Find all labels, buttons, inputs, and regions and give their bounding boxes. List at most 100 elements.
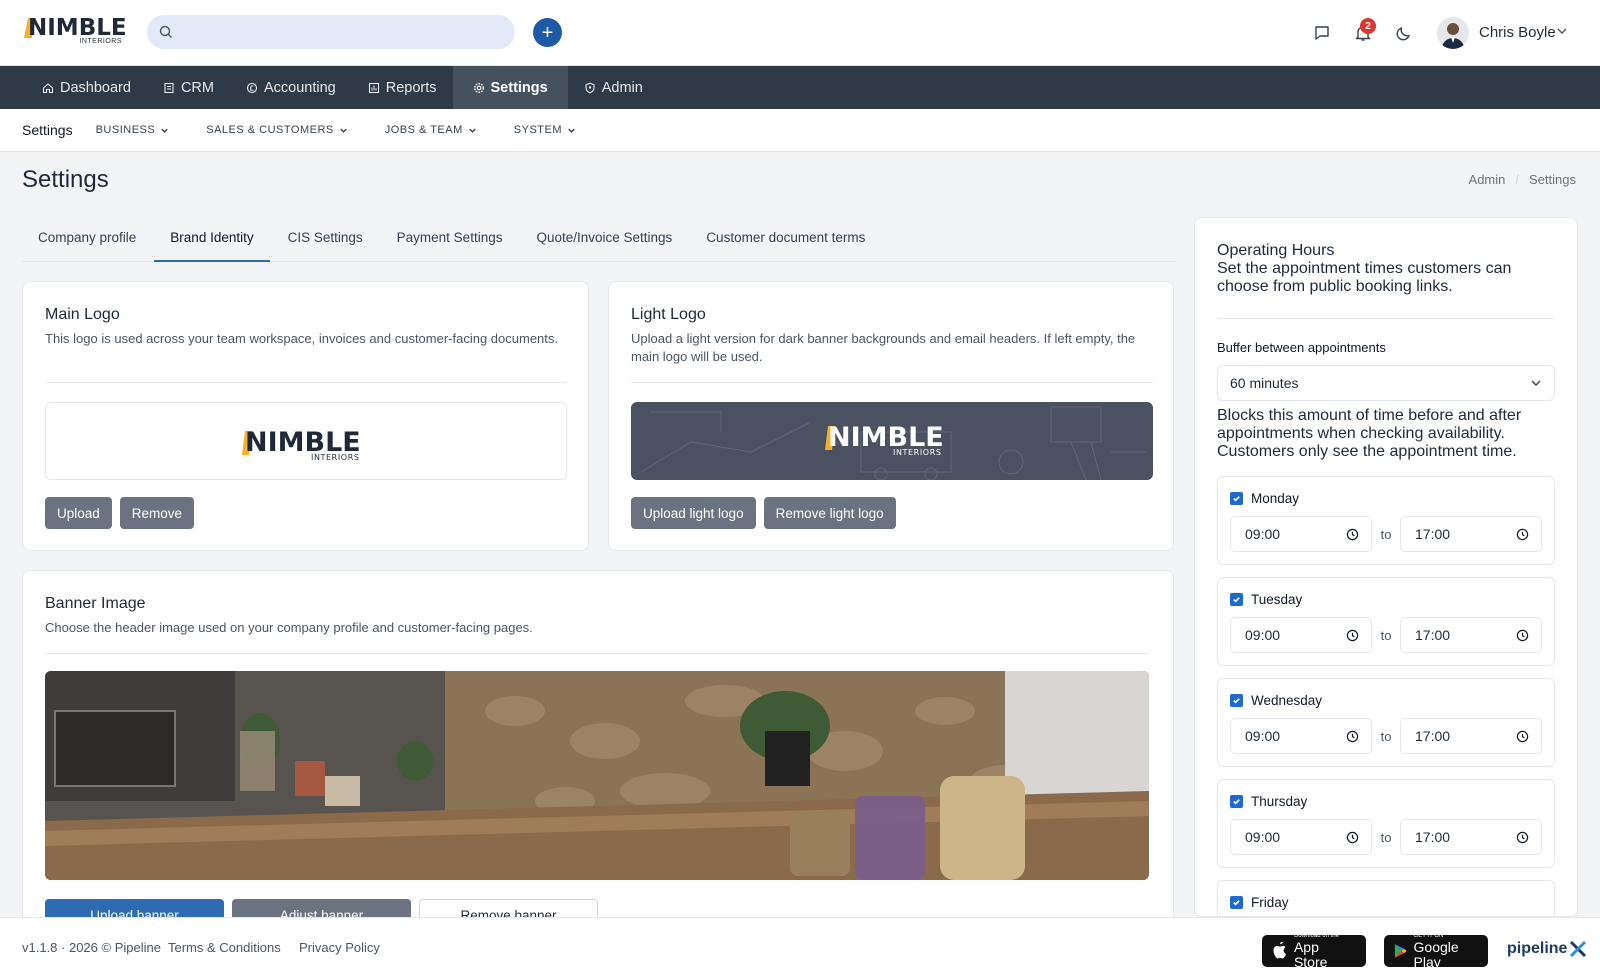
upload-light-logo-button[interactable]: Upload light logo	[631, 497, 756, 529]
light-logo-description: Upload a light version for dark banner b…	[631, 331, 1136, 364]
nav-label: Dashboard	[60, 79, 131, 96]
svg-text:INTERIORS: INTERIORS	[893, 448, 942, 457]
nav-item-reports[interactable]: Reports	[352, 66, 453, 109]
home-icon	[42, 82, 54, 93]
day-name: Thursday	[1251, 794, 1308, 809]
divider	[45, 382, 567, 383]
breadcrumb-separator: /	[1515, 172, 1520, 187]
day-friday: Friday	[1217, 880, 1555, 916]
nav-item-dashboard[interactable]: Dashboard	[26, 66, 147, 109]
google-play-big: Google Play	[1413, 938, 1459, 970]
avatar[interactable]	[1437, 17, 1469, 49]
subnav-sales-customers[interactable]: SALES & CUSTOMERS	[206, 124, 348, 136]
day-thursday: Thursday 09:00 to 17:00	[1217, 779, 1555, 868]
gear-icon	[473, 82, 484, 93]
clock-icon	[1346, 528, 1359, 540]
messages-button[interactable]	[1311, 22, 1333, 44]
google-play-badge[interactable]: GET IT ON Google Play	[1384, 933, 1488, 970]
end-time-input[interactable]: 17:00	[1400, 819, 1542, 855]
app-store-big: App Store	[1293, 938, 1328, 970]
pipeline-logo-text: pipeline	[1507, 940, 1568, 957]
day-checkbox[interactable]	[1230, 492, 1243, 505]
day-checkbox[interactable]	[1230, 593, 1243, 606]
end-time-input[interactable]: 17:00	[1400, 617, 1542, 653]
breadcrumb-item-admin[interactable]: Admin	[1469, 172, 1506, 187]
day-wednesday: Wednesday 09:00 to 17:00	[1217, 678, 1555, 767]
chevron-down-icon	[469, 128, 476, 133]
user-avatar-icon	[1441, 23, 1465, 49]
subnav-business[interactable]: BUSINESS	[96, 124, 170, 136]
plus-icon: +	[541, 21, 554, 44]
day-checkbox[interactable]	[1230, 896, 1243, 909]
time-value: 09:00	[1245, 627, 1281, 643]
privacy-link[interactable]: Privacy Policy	[299, 940, 380, 955]
page-title: Settings	[22, 166, 109, 193]
nav-item-accounting[interactable]: Accounting	[230, 66, 352, 109]
main-logo-preview: NIMBLE INTERIORS	[45, 402, 567, 480]
operating-hours-title: Operating Hours	[1217, 242, 1335, 259]
light-logo-card: Light Logo Upload a light version for da…	[608, 281, 1174, 551]
nav-item-settings[interactable]: Settings	[452, 66, 568, 109]
to-label: to	[1380, 526, 1392, 542]
app-store-badge[interactable]: Download on the App Store	[1262, 933, 1366, 970]
check-icon	[1233, 900, 1240, 906]
nav-label: Admin	[601, 79, 643, 96]
tab-company-profile[interactable]: Company profile	[22, 220, 152, 262]
divider	[1217, 318, 1555, 319]
subnav-label: JOBS & TEAM	[384, 124, 463, 136]
remove-logo-button[interactable]: Remove	[119, 497, 195, 529]
divider	[45, 653, 1149, 654]
upload-logo-button[interactable]: Upload	[45, 497, 112, 529]
shield-icon	[585, 82, 595, 93]
breadcrumb-item-settings: Settings	[1529, 172, 1576, 187]
tab-cis-settings[interactable]: CIS Settings	[272, 220, 379, 262]
user-name[interactable]: Chris Boyle	[1479, 24, 1556, 41]
time-value: 17:00	[1415, 627, 1451, 643]
company-logo[interactable]: NIMBLE INTERIORS	[23, 16, 127, 48]
clock-icon	[1516, 528, 1529, 540]
dark-mode-toggle[interactable]	[1393, 22, 1415, 44]
light-logo-title: Light Logo	[631, 306, 706, 323]
subnav-jobs-team[interactable]: JOBS & TEAM	[385, 124, 477, 136]
nav-label: Settings	[490, 79, 548, 96]
day-checkbox[interactable]	[1230, 795, 1243, 808]
tab-payment-settings[interactable]: Payment Settings	[381, 220, 519, 262]
buffer-select[interactable]: 60 minutes	[1217, 365, 1555, 401]
end-time-input[interactable]: 17:00	[1400, 516, 1542, 552]
light-logo-image: NIMBLE INTERIORS	[640, 406, 1146, 480]
start-time-input[interactable]: 09:00	[1230, 516, 1372, 552]
search-input[interactable]	[181, 24, 501, 40]
day-checkbox[interactable]	[1230, 694, 1243, 707]
subnav-system[interactable]: SYSTEM	[514, 124, 576, 136]
clock-icon	[1516, 831, 1529, 843]
subnav-label: BUSINESS	[95, 124, 156, 136]
chevron-down-icon	[568, 128, 575, 133]
chat-icon	[1315, 26, 1329, 40]
google-play-icon	[1394, 944, 1407, 958]
nav-item-crm[interactable]: CRM	[147, 66, 230, 109]
nav-label: Accounting	[263, 79, 336, 96]
search-bar[interactable]	[147, 15, 515, 49]
time-value: 09:00	[1245, 829, 1281, 845]
operating-hours-card: Operating Hours Set the appointment time…	[1194, 217, 1578, 917]
notification-badge: 2	[1360, 18, 1376, 34]
svg-text:INTERIORS: INTERIORS	[311, 453, 360, 461]
tab-brand-identity[interactable]: Brand Identity	[154, 220, 270, 262]
apple-icon	[1273, 942, 1286, 959]
buffer-value: 60 minutes	[1230, 375, 1299, 391]
tab-customer-document-terms[interactable]: Customer document terms	[690, 220, 881, 262]
chart-icon	[368, 82, 379, 93]
start-time-input[interactable]: 09:00	[1230, 617, 1372, 653]
settings-tabs: Company profile Brand Identity CIS Setti…	[22, 220, 1176, 262]
end-time-input[interactable]: 17:00	[1400, 718, 1542, 754]
footer: v1.1.8 · 2026 © Pipeline Terms & Conditi…	[0, 917, 1600, 980]
tab-quote-invoice-settings[interactable]: Quote/Invoice Settings	[520, 220, 688, 262]
nav-item-admin[interactable]: Admin	[568, 66, 659, 109]
start-time-input[interactable]: 09:00	[1230, 718, 1372, 754]
terms-link[interactable]: Terms & Conditions	[168, 940, 281, 955]
remove-light-logo-button[interactable]: Remove light logo	[763, 497, 896, 529]
start-time-input[interactable]: 09:00	[1230, 819, 1372, 855]
day-name: Friday	[1251, 895, 1289, 910]
chevron-down-icon[interactable]	[1556, 25, 1568, 37]
add-new-button[interactable]: +	[533, 18, 562, 47]
